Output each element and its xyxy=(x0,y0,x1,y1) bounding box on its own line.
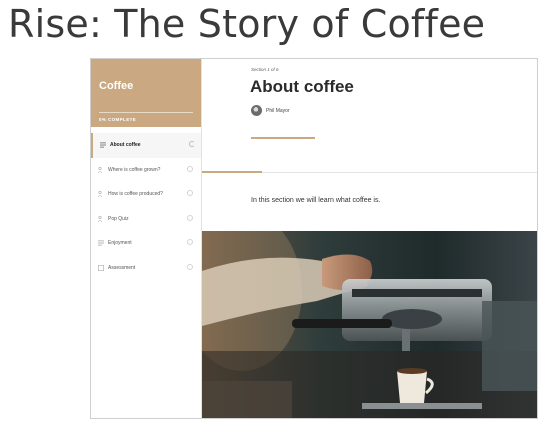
page-title: About coffee xyxy=(250,77,354,96)
status-circle-icon xyxy=(187,190,193,196)
people-icon xyxy=(98,166,103,173)
sidebar-item-label: Assessment xyxy=(108,264,136,271)
author-name: Phil Mayor xyxy=(266,108,290,114)
title-accent-bar xyxy=(251,137,315,139)
course-sidebar: Coffee 0% COMPLETE About coffee Where is… xyxy=(91,59,202,418)
status-circle-icon xyxy=(187,239,193,245)
sidebar-item-label: Where is coffee grown? xyxy=(108,166,161,173)
lesson-content: Section 1 of 6 About coffee Phil Mayor I… xyxy=(202,59,537,418)
sidebar-item-label: Pop Quiz xyxy=(108,215,129,222)
hero-image-espresso xyxy=(202,231,537,418)
text-lines-icon xyxy=(100,142,106,148)
sidebar-item-label: How is coffee produced? xyxy=(108,191,163,197)
sidebar-item-about-coffee[interactable]: About coffee xyxy=(91,133,201,158)
lesson-list: About coffee Where is coffee grown? How … xyxy=(91,133,201,280)
section-label: Section 1 of 6 xyxy=(251,67,279,72)
status-circle-icon xyxy=(187,214,193,221)
course-title[interactable]: Coffee xyxy=(99,80,133,92)
progress-text: 0% COMPLETE xyxy=(99,117,137,122)
sidebar-item-label: Enjoyment xyxy=(108,240,132,246)
avatar xyxy=(251,105,262,116)
intro-text: In this section we will learn what coffe… xyxy=(251,197,381,204)
sidebar-item-pop-quiz[interactable]: Pop Quiz xyxy=(91,207,201,232)
sidebar-item-enjoyment[interactable]: Enjoyment xyxy=(91,231,201,256)
divider-accent xyxy=(202,171,262,173)
sidebar-header: Coffee 0% COMPLETE xyxy=(91,59,201,127)
progress-bar xyxy=(99,112,193,113)
status-spinner-icon xyxy=(189,141,195,147)
people-icon xyxy=(98,215,103,222)
sidebar-item-assessment[interactable]: Assessment xyxy=(91,256,201,281)
sidebar-item-label: About coffee xyxy=(110,142,141,148)
sidebar-item-how-produced[interactable]: How is coffee produced? xyxy=(91,182,201,207)
status-circle-icon xyxy=(187,165,193,172)
checkbox-icon xyxy=(98,264,104,271)
people-icon xyxy=(98,191,103,197)
status-circle-icon xyxy=(187,263,193,270)
course-window: Coffee 0% COMPLETE About coffee Where is… xyxy=(90,58,538,419)
page-headline: Rise: The Story of Coffee xyxy=(8,2,486,46)
text-lines-icon xyxy=(98,240,104,246)
sidebar-item-where-grown[interactable]: Where is coffee grown? xyxy=(91,158,201,183)
